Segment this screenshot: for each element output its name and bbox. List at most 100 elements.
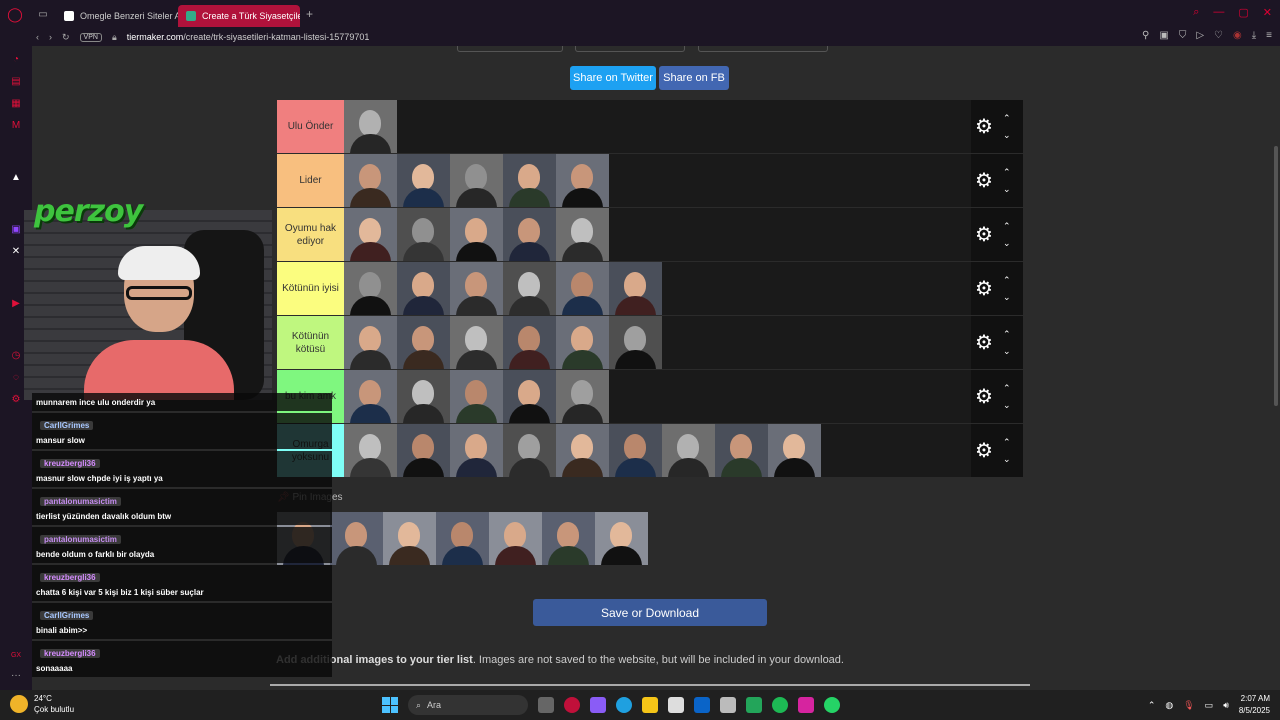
chevron-up-icon[interactable]: ⌃ xyxy=(1003,167,1011,178)
gear-icon[interactable]: ⚙ xyxy=(971,384,997,409)
politician-portrait[interactable] xyxy=(344,316,397,369)
tab-islands-icon[interactable]: ▭ xyxy=(30,9,56,20)
politician-portrait[interactable] xyxy=(344,208,397,261)
politician-portrait[interactable] xyxy=(556,316,609,369)
politician-portrait[interactable] xyxy=(397,208,450,261)
more-icon[interactable]: ··· xyxy=(10,670,22,682)
politician-portrait[interactable] xyxy=(503,370,556,423)
politician-portrait[interactable] xyxy=(609,262,662,315)
minimize-icon[interactable]: — xyxy=(1213,6,1224,19)
tier-label[interactable]: Ulu Önder xyxy=(277,100,344,153)
politician-portrait[interactable] xyxy=(556,424,609,477)
politician-portrait[interactable] xyxy=(609,424,662,477)
maximize-icon[interactable]: ▢ xyxy=(1238,6,1248,19)
x-icon[interactable]: ✕ xyxy=(10,246,22,258)
politician-portrait[interactable] xyxy=(450,154,503,207)
politician-portrait[interactable] xyxy=(344,262,397,315)
politician-portrait[interactable] xyxy=(450,316,503,369)
tab-tiermaker[interactable]: Create a Türk Siyasetçiler xyxy=(178,5,300,27)
avatar[interactable]: ◉ xyxy=(1233,30,1242,41)
speed-dial-icon[interactable]: ◔ xyxy=(10,54,22,66)
politician-portrait[interactable] xyxy=(542,512,595,565)
politician-portrait[interactable] xyxy=(503,262,556,315)
politician-portrait[interactable] xyxy=(344,424,397,477)
weather-widget[interactable]: 24°C Çok bulutlu xyxy=(10,693,74,715)
politician-portrait[interactable] xyxy=(556,208,609,261)
twitch-icon[interactable]: ▣ xyxy=(10,224,22,236)
politician-portrait[interactable] xyxy=(450,424,503,477)
new-tab-plus-icon[interactable]: + xyxy=(306,7,313,21)
politician-portrait[interactable] xyxy=(450,262,503,315)
vpn-badge[interactable]: VPN xyxy=(79,32,102,42)
gear-icon[interactable]: ⚙ xyxy=(971,276,997,301)
politician-portrait[interactable] xyxy=(397,370,450,423)
share-twitter-button[interactable]: Share on Twitter xyxy=(570,66,656,90)
tier-label[interactable]: Kötünün iyisi xyxy=(277,262,344,315)
chevron-down-icon[interactable]: ⌄ xyxy=(1003,184,1011,195)
player-icon[interactable]: ▶ xyxy=(10,298,22,310)
politician-portrait[interactable] xyxy=(436,512,489,565)
start-icon[interactable] xyxy=(382,697,398,713)
menu-icon[interactable]: ≡ xyxy=(1266,30,1272,41)
page-scrollbar[interactable] xyxy=(1272,46,1280,690)
snapshot-icon[interactable]: ▣ xyxy=(1159,30,1168,41)
chevron-down-icon[interactable]: ⌄ xyxy=(1003,346,1011,357)
politician-portrait[interactable] xyxy=(397,316,450,369)
politician-portrait[interactable] xyxy=(344,154,397,207)
politician-portrait[interactable] xyxy=(330,512,383,565)
news-icon[interactable]: ▦ xyxy=(10,98,22,110)
microphone-icon[interactable]: 🎙︎ xyxy=(1183,700,1194,711)
close-icon[interactable]: ✕ xyxy=(1263,6,1272,19)
politician-portrait[interactable] xyxy=(503,154,556,207)
politician-portrait[interactable] xyxy=(397,262,450,315)
politician-portrait[interactable] xyxy=(715,424,768,477)
spotify-icon[interactable] xyxy=(772,697,788,713)
heart-icon[interactable]: ♡ xyxy=(1214,30,1223,41)
politician-portrait[interactable] xyxy=(397,154,450,207)
chat-icon[interactable]: ◌ xyxy=(10,372,22,384)
aria-icon[interactable]: ▲ xyxy=(10,172,22,184)
politician-portrait[interactable] xyxy=(556,262,609,315)
back-icon[interactable]: ‹ xyxy=(36,32,39,42)
app-icon[interactable] xyxy=(720,697,736,713)
politician-portrait[interactable] xyxy=(397,424,450,477)
politician-portrait[interactable] xyxy=(503,316,556,369)
task-view-icon[interactable] xyxy=(538,697,554,713)
chevron-up-icon[interactable]: ⌃ xyxy=(1148,700,1156,711)
shield-icon[interactable]: ⛉ xyxy=(1179,30,1187,41)
chevron-up-icon[interactable]: ⌃ xyxy=(1003,221,1011,232)
politician-portrait[interactable] xyxy=(450,370,503,423)
politician-portrait[interactable] xyxy=(556,370,609,423)
network-icon[interactable]: ▭ xyxy=(1205,700,1214,711)
gear-icon[interactable]: ⚙ xyxy=(971,330,997,355)
chevron-up-icon[interactable]: ⌃ xyxy=(1003,437,1011,448)
tray-app-icon[interactable]: ◍ xyxy=(1165,700,1173,711)
politician-portrait[interactable] xyxy=(768,424,821,477)
gear-icon[interactable]: ⚙ xyxy=(971,222,997,247)
chevron-up-icon[interactable]: ⌃ xyxy=(1003,329,1011,340)
politician-portrait[interactable] xyxy=(450,208,503,261)
tier-label[interactable]: Kötünün kötüsü xyxy=(277,316,344,369)
url-field[interactable]: tiermaker.com/create/trk-siyasetileri-ka… xyxy=(127,32,370,42)
chevron-up-icon[interactable]: ⌃ xyxy=(1003,113,1011,124)
outlook-icon[interactable] xyxy=(694,697,710,713)
politician-portrait[interactable] xyxy=(556,154,609,207)
instagram-icon[interactable] xyxy=(798,697,814,713)
chevron-down-icon[interactable]: ⌄ xyxy=(1003,292,1011,303)
politician-portrait[interactable] xyxy=(503,208,556,261)
top-control[interactable] xyxy=(457,46,563,52)
chevron-down-icon[interactable]: ⌄ xyxy=(1003,454,1011,465)
scrollbar-thumb[interactable] xyxy=(1274,146,1278,406)
chevron-down-icon[interactable]: ⌄ xyxy=(1003,238,1011,249)
opera-logo-icon[interactable]: ◯ xyxy=(0,0,30,28)
politician-portrait[interactable] xyxy=(609,316,662,369)
politician-portrait[interactable] xyxy=(503,424,556,477)
reload-icon[interactable]: ↻ xyxy=(62,32,70,43)
chat-app-icon[interactable] xyxy=(746,697,762,713)
tier-label[interactable]: Oyumu hak ediyor xyxy=(277,208,344,261)
copilot-icon[interactable] xyxy=(590,697,606,713)
tab-omegle[interactable]: Omegle Benzeri Siteler Ar xyxy=(56,5,178,27)
history-icon[interactable]: ◷ xyxy=(10,350,22,362)
opera-icon[interactable] xyxy=(564,697,580,713)
pin-icon[interactable]: ⚲ xyxy=(1142,30,1149,41)
